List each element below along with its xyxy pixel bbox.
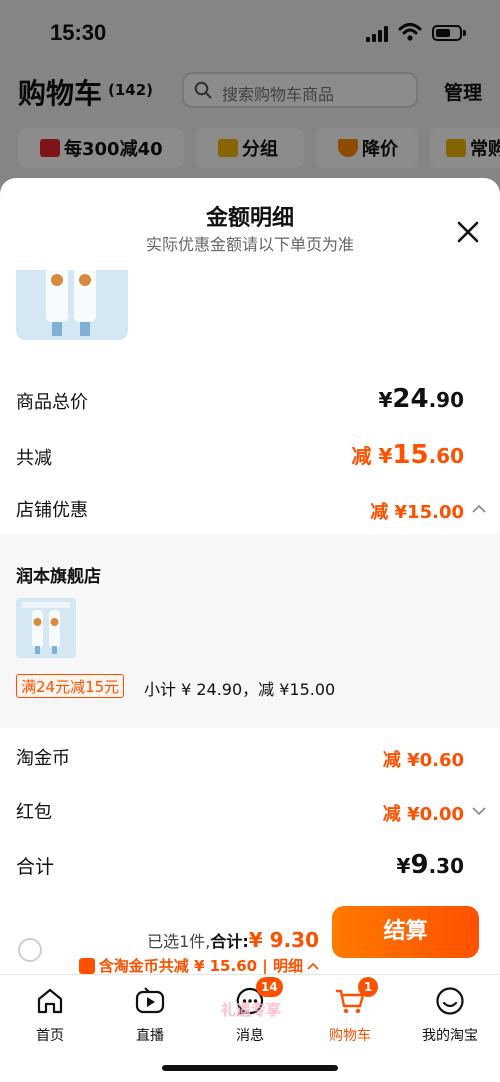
tab-home[interactable]: 首页 xyxy=(0,985,100,1045)
currency-symbol: ¥ xyxy=(396,854,411,878)
price-decimal: .60 xyxy=(428,444,464,468)
shop-discount-label[interactable]: 店铺优惠 xyxy=(16,496,88,522)
red-packet-label[interactable]: 红包 xyxy=(16,798,52,824)
discount-prefix: 减 ¥ xyxy=(351,444,393,468)
sheet-subtitle: 实际优惠金额请以下单页为准 xyxy=(145,235,354,254)
tab-label: 直播 xyxy=(136,1028,164,1044)
select-all-radio[interactable] xyxy=(18,938,42,962)
profile-smile-icon xyxy=(436,987,464,1015)
chevron-up-icon xyxy=(307,962,319,970)
discount-detail-text: 含淘金币共减 ¥ 15.60 | 明细 xyxy=(98,957,303,975)
sum-label: 合计 xyxy=(16,856,55,878)
cart-badge: 1 xyxy=(358,977,378,997)
amount-detail-sheet: 金额明细 实际优惠金额请以下单页为准 商品总价 ¥24.90 共减 减 ¥15.… xyxy=(0,178,500,1082)
chevron-down-icon[interactable] xyxy=(472,806,486,816)
tab-my-taobao[interactable]: 我的淘宝 xyxy=(400,985,500,1045)
store-discount-panel: 润本旗舰店 满24元减15元 小计 ¥ 24.90，减 ¥15.00 xyxy=(0,534,500,728)
coins-label: 淘金币 xyxy=(16,748,70,769)
store-product-thumbnail xyxy=(16,598,76,658)
coins-value: 减 ¥0.60 xyxy=(382,750,464,771)
sheet-title: 金额明细 xyxy=(205,206,294,231)
total-label: 合计: xyxy=(210,932,249,951)
total-amount: ¥ 9.30 xyxy=(248,928,319,952)
red-packet-value[interactable]: 减 ¥0.00 xyxy=(383,800,464,826)
store-subtotal: 小计 ¥ 24.90，减 ¥15.00 xyxy=(144,680,336,699)
tab-label: 消息 xyxy=(236,1028,264,1044)
modal-backdrop[interactable] xyxy=(0,0,500,200)
store-name: 润本旗舰店 xyxy=(16,567,101,587)
checkout-button[interactable]: 结算 xyxy=(332,906,479,958)
product-image xyxy=(16,270,128,340)
tab-label: 我的淘宝 xyxy=(422,1028,478,1044)
selected-summary: 已选1件,合计:¥ 9.30 xyxy=(147,928,319,952)
price-decimal: .90 xyxy=(428,388,464,412)
total-discount-value: 减 ¥15.60 xyxy=(351,440,464,470)
shop-discount-value[interactable]: 减 ¥15.00 xyxy=(370,498,464,524)
tab-label: 首页 xyxy=(36,1028,64,1044)
total-price-value: ¥24.90 xyxy=(378,384,464,414)
chevron-up-icon[interactable] xyxy=(472,504,486,514)
live-play-icon xyxy=(135,987,165,1014)
price-integer: 24 xyxy=(392,384,429,414)
coin-icon xyxy=(78,957,95,974)
currency-symbol: ¥ xyxy=(378,388,393,412)
discount-detail-toggle[interactable]: 含淘金币共减 ¥ 15.60 | 明细 xyxy=(78,955,319,976)
promo-watermark: 礼遇专享 xyxy=(220,1001,281,1019)
price-decimal: .30 xyxy=(428,854,464,878)
message-badge: 14 xyxy=(256,977,283,997)
close-icon[interactable] xyxy=(452,216,484,248)
tab-cart[interactable]: 1 购物车 xyxy=(300,977,400,1045)
price-integer: 9 xyxy=(410,850,429,880)
total-price-label: 商品总价 xyxy=(16,392,88,413)
tab-live[interactable]: 直播 xyxy=(100,985,200,1045)
selected-count: 已选1件, xyxy=(147,932,211,951)
promo-tag: 满24元减15元 xyxy=(16,674,125,698)
sum-value: ¥9.30 xyxy=(397,850,464,880)
tab-label: 购物车 xyxy=(329,1028,371,1044)
home-indicator xyxy=(162,1065,338,1071)
home-icon xyxy=(37,988,63,1014)
price-integer: 15 xyxy=(392,440,429,470)
total-discount-label: 共减 xyxy=(16,448,52,469)
